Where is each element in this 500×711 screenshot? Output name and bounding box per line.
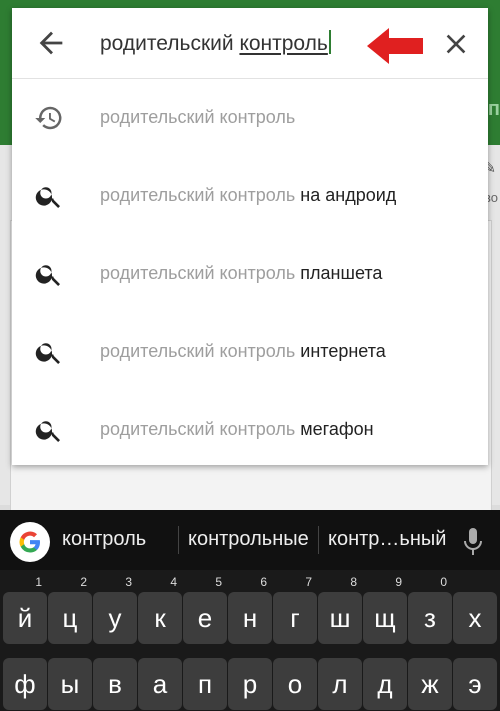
key-letter: х	[468, 603, 482, 633]
key-letter: г	[290, 603, 300, 633]
key-digit-hint: 8	[350, 575, 357, 589]
candidate-word[interactable]: контроль	[62, 528, 146, 551]
query-current-word: контроль	[239, 32, 328, 55]
suggestion-prefix: родительский контроль	[100, 107, 296, 127]
text-caret	[328, 30, 331, 54]
back-arrow-icon[interactable]	[34, 26, 68, 60]
suggestion-prefix: родительский контроль	[100, 185, 301, 205]
key[interactable]: р	[228, 658, 272, 710]
suggestion-strip: контроль контрольные контр…ьный	[0, 510, 500, 570]
suggestion-prefix: родительский контроль	[100, 419, 301, 439]
on-screen-keyboard: контроль контрольные контр…ьный й1 ц2 у3…	[0, 510, 500, 711]
suggestion-suffix: на андроид	[300, 185, 397, 205]
divider	[318, 526, 319, 554]
search-input[interactable]: родительский контроль	[100, 30, 331, 56]
key-letter: у	[108, 603, 122, 633]
key[interactable]: н6	[228, 576, 272, 644]
key[interactable]: о	[273, 658, 317, 710]
key-digit-hint: 6	[260, 575, 267, 589]
divider	[178, 526, 179, 554]
suggestion-suffix: интернета	[300, 341, 386, 361]
key-letter: щ	[374, 603, 396, 633]
key[interactable]: ц2	[48, 576, 92, 644]
suggestion-item[interactable]: родительский контроль	[12, 79, 488, 157]
search-icon	[34, 415, 64, 445]
key-digit-hint: 5	[215, 575, 222, 589]
suggestion-suffix: планшета	[300, 263, 383, 283]
key-letter: й	[17, 603, 33, 633]
candidate-word[interactable]: контр…ьный	[328, 528, 446, 551]
key[interactable]: х	[453, 592, 497, 644]
key[interactable]: в	[93, 658, 137, 710]
key[interactable]: п	[183, 658, 227, 710]
key[interactable]: ш8	[318, 576, 362, 644]
key-letter: ш	[329, 603, 351, 633]
search-icon	[34, 181, 64, 211]
key-digit-hint: 1	[35, 575, 42, 589]
key-digit-hint: 7	[305, 575, 312, 589]
key[interactable]: щ9	[363, 576, 407, 644]
key[interactable]: а	[138, 658, 182, 710]
microphone-icon[interactable]	[462, 526, 484, 558]
search-bar: родительский контроль	[12, 8, 488, 79]
key[interactable]: д	[363, 658, 407, 710]
key[interactable]: з0	[408, 576, 452, 644]
red-pointer-arrow-icon	[367, 26, 425, 71]
key-letter: ц	[62, 603, 78, 633]
suggestion-item[interactable]: родительский контроль планшета	[12, 235, 488, 313]
query-prefix: родительский	[100, 32, 240, 55]
suggestion-item[interactable]: родительский контроль на андроид	[12, 157, 488, 235]
suggestion-suffix: мегафон	[300, 419, 374, 439]
key[interactable]: э	[453, 658, 497, 710]
history-icon	[34, 103, 64, 133]
key[interactable]: ы	[48, 658, 92, 710]
key-digit-hint: 9	[395, 575, 402, 589]
suggestion-prefix: родительский контроль	[100, 263, 301, 283]
key-digit-hint: 2	[80, 575, 87, 589]
key-letter: з	[424, 603, 436, 633]
suggestion-item[interactable]: родительский контроль мегафон	[12, 391, 488, 469]
key-digit-hint: 4	[170, 575, 177, 589]
candidate-word[interactable]: контрольные	[188, 528, 309, 551]
key[interactable]: у3	[93, 576, 137, 644]
key[interactable]: ф	[3, 658, 47, 710]
key-letter: к	[154, 603, 166, 633]
key[interactable]: й1	[3, 576, 47, 644]
key[interactable]: е5	[183, 576, 227, 644]
key[interactable]: ж	[408, 658, 452, 710]
key[interactable]: г7	[273, 576, 317, 644]
key-digit-hint: 0	[440, 575, 447, 589]
search-icon	[34, 337, 64, 367]
key-letter: е	[197, 603, 213, 633]
key[interactable]: л	[318, 658, 362, 710]
google-g-icon[interactable]	[10, 522, 50, 562]
search-icon	[34, 259, 64, 289]
suggestion-prefix: родительский контроль	[100, 341, 301, 361]
key-digit-hint: 3	[125, 575, 132, 589]
clear-icon[interactable]	[440, 28, 472, 60]
key[interactable]: к4	[138, 576, 182, 644]
key-letter: н	[242, 603, 258, 633]
search-suggestions-panel: родительский контроль родительский контр…	[12, 8, 488, 465]
suggestion-item[interactable]: родительский контроль интернета	[12, 313, 488, 391]
